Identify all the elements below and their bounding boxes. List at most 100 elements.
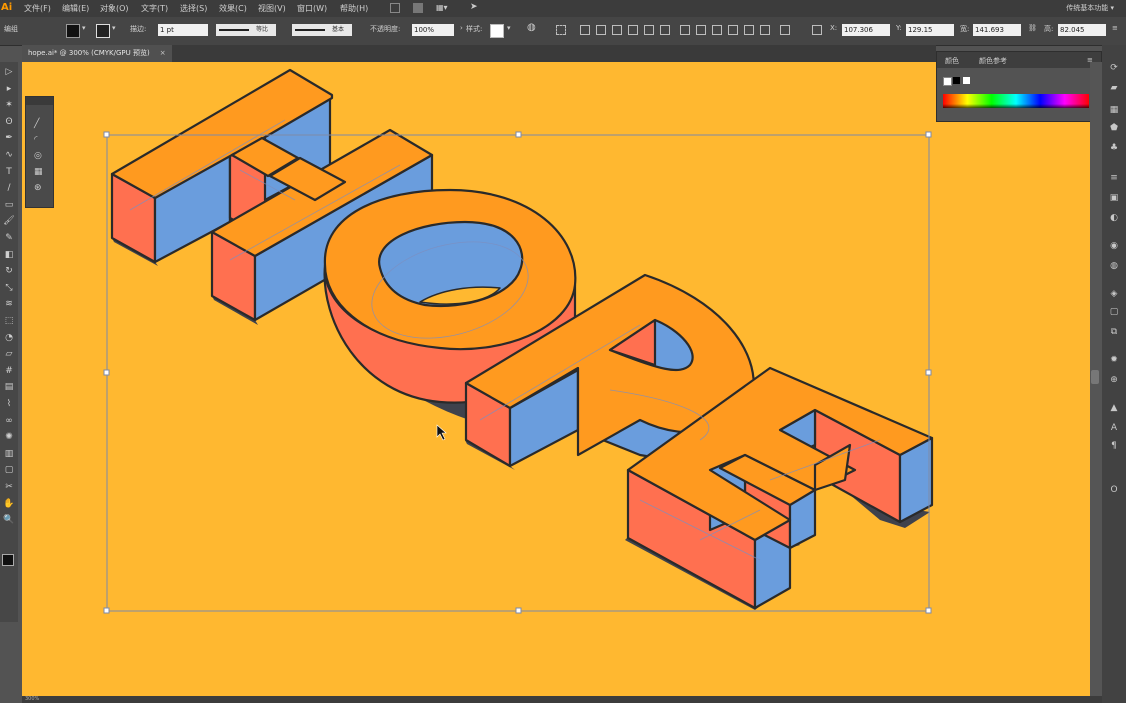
menu-item-4[interactable]: 选择(S) (180, 3, 207, 14)
style-dropdown-icon[interactable]: ▾ (507, 24, 511, 32)
brushes-icon[interactable]: ⬟ (1108, 123, 1120, 133)
x-field[interactable]: 107.306 (842, 24, 890, 36)
opacity-field[interactable]: 100% (412, 24, 454, 36)
vertical-scrollbar-thumb[interactable] (1091, 370, 1099, 384)
perspective-icon[interactable]: ▱ (3, 348, 15, 360)
polar-grid-icon[interactable]: ⊛ (34, 183, 42, 193)
stroke-weight-field[interactable]: 1 pt (158, 24, 208, 36)
eyedropper-icon[interactable]: ⌇ (3, 398, 15, 410)
menu-item-7[interactable]: 窗口(W) (297, 3, 327, 14)
more-options-icon[interactable]: ≡ (1112, 24, 1118, 32)
layers-icon[interactable]: ⟳ (1108, 63, 1120, 73)
stroke-icon[interactable]: ≡ (1108, 173, 1120, 183)
gradient-icon[interactable]: ▤ (3, 381, 15, 393)
symbol-sprayer-icon[interactable]: ✺ (3, 431, 15, 443)
tab-color[interactable]: 颜色 (945, 56, 959, 66)
transform-icon[interactable]: ✹ (1108, 355, 1120, 365)
recolor-artwork-icon[interactable]: ◍ (527, 22, 536, 33)
opacity-arrow-icon[interactable]: › (460, 24, 463, 32)
distribute-right-icon[interactable] (760, 25, 770, 35)
distribute-top-icon[interactable] (680, 25, 690, 35)
hope-isometric-artwork[interactable] (22, 62, 1090, 696)
pen-icon[interactable]: ✒ (3, 132, 15, 144)
free-transform-icon[interactable]: ⬚ (3, 315, 15, 327)
align-icon[interactable]: ⊕ (1108, 375, 1120, 385)
align-bottom-icon[interactable] (660, 25, 670, 35)
black-swatch[interactable] (953, 77, 960, 84)
rectangle-icon[interactable]: ▭ (3, 199, 15, 211)
paragraph-icon[interactable]: ¶ (1108, 441, 1120, 451)
pathfinder-icon[interactable]: ▲ (1108, 403, 1120, 413)
paintbrush-icon[interactable]: 🖌 (3, 215, 15, 227)
height-field[interactable]: 82.045 (1058, 24, 1106, 36)
panel-title-bar[interactable] (26, 97, 53, 105)
opentype-icon[interactable]: O (1108, 485, 1120, 495)
variable-width-profile[interactable]: 等比 (216, 24, 276, 36)
slice-icon[interactable]: ✂ (3, 481, 15, 493)
menu-item-3[interactable]: 文字(T) (141, 3, 168, 14)
none-swatch[interactable] (943, 77, 952, 86)
reference-point-icon[interactable] (812, 25, 822, 35)
workspace-switcher[interactable]: 传统基本功能 ▾ (1066, 3, 1114, 13)
align-vcenter-icon[interactable] (644, 25, 654, 35)
stock-icon[interactable] (413, 3, 423, 13)
distribute-bottom-icon[interactable] (712, 25, 722, 35)
send-icon[interactable]: ➤ (470, 2, 478, 12)
hand-icon[interactable]: ✋ (3, 498, 15, 510)
align-to-selection-icon[interactable] (556, 25, 566, 35)
swatches-icon[interactable]: ▦ (1108, 105, 1120, 115)
artboards-icon[interactable]: ▢ (1108, 307, 1120, 317)
white-swatch[interactable] (963, 77, 970, 84)
isolate-group-icon[interactable] (780, 25, 790, 35)
align-hcenter-icon[interactable] (596, 25, 606, 35)
spiral-icon[interactable]: ◎ (34, 151, 42, 161)
distribute-left-icon[interactable] (728, 25, 738, 35)
menu-item-5[interactable]: 效果(C) (219, 3, 247, 14)
zoom-level[interactable]: 300% (25, 696, 39, 702)
tab-color-guide[interactable]: 颜色参考 (979, 56, 1007, 66)
stroke-dropdown-icon[interactable]: ▾ (112, 24, 116, 32)
artboard-canvas[interactable] (22, 62, 1090, 696)
graphic-style-swatch[interactable] (490, 24, 504, 38)
links-icon[interactable]: ⧉ (1108, 327, 1120, 337)
scale-icon[interactable]: ⤡ (3, 282, 15, 294)
stroke-color-swatch[interactable] (96, 24, 110, 38)
color-icon[interactable]: ▰ (1108, 83, 1120, 93)
type-icon[interactable]: T (3, 166, 15, 178)
curvature-icon[interactable]: ∿ (3, 149, 15, 161)
align-left-icon[interactable] (580, 25, 590, 35)
close-tab-icon[interactable]: × (160, 49, 166, 57)
distribute-hcenter-icon[interactable] (744, 25, 754, 35)
gradient-panel-icon[interactable]: ▣ (1108, 193, 1120, 203)
graph-icon[interactable]: ▥ (3, 448, 15, 460)
width-field[interactable]: 141.693 (973, 24, 1021, 36)
link-icon[interactable]: ⛓ (1028, 24, 1037, 32)
eraser-icon[interactable]: ◧ (3, 249, 15, 261)
symbols-icon[interactable]: ♣ (1108, 143, 1120, 153)
arc-icon[interactable]: ◜ (34, 135, 38, 145)
menu-item-1[interactable]: 编辑(E) (62, 3, 89, 14)
artboard-icon[interactable]: ▢ (3, 464, 15, 476)
magic-wand-icon[interactable]: ✶ (3, 99, 15, 111)
appearance-icon[interactable]: ◉ (1108, 241, 1120, 251)
shape-builder-icon[interactable]: ◔ (3, 332, 15, 344)
layers-panel-icon[interactable]: ◈ (1108, 289, 1120, 299)
brush-definition[interactable]: 基本 (292, 24, 352, 36)
fill-color-swatch[interactable] (66, 24, 80, 38)
mesh-icon[interactable]: # (3, 365, 15, 377)
document-tab[interactable]: hope.ai* @ 300% (CMYK/GPU 预览) × (22, 45, 172, 62)
menu-item-8[interactable]: 帮助(H) (340, 3, 368, 14)
direct-selection-icon[interactable]: ▸ (3, 83, 15, 95)
distribute-vcenter-icon[interactable] (696, 25, 706, 35)
fill-dropdown-icon[interactable]: ▾ (82, 24, 86, 32)
align-right-icon[interactable] (612, 25, 622, 35)
bridge-icon[interactable] (390, 3, 400, 13)
lasso-icon[interactable]: ʘ (3, 116, 15, 128)
zoom-icon[interactable]: 🔍 (3, 514, 15, 526)
line-icon[interactable]: / (3, 182, 15, 194)
selection-icon[interactable]: ▷ (3, 66, 15, 78)
y-field[interactable]: 129.15 (906, 24, 954, 36)
fill-stroke-swatch[interactable] (2, 554, 14, 566)
menu-item-6[interactable]: 视图(V) (258, 3, 286, 14)
menu-item-2[interactable]: 对象(O) (100, 3, 129, 14)
